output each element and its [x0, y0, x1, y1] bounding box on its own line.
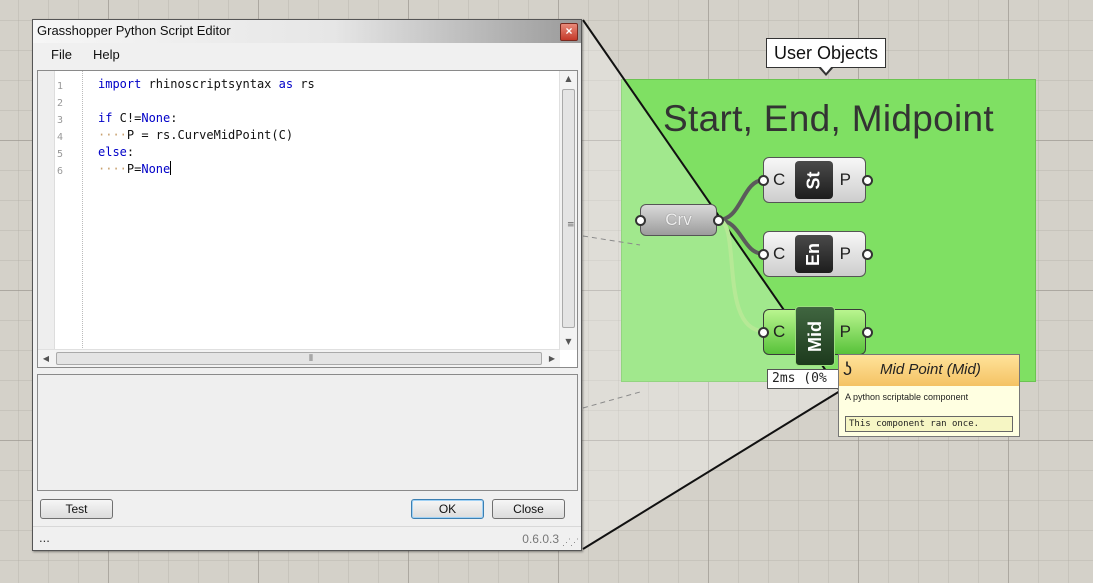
whitespace-marker: ····	[98, 162, 127, 176]
code-token: else	[98, 145, 127, 159]
start-output-grip[interactable]	[862, 175, 873, 186]
tooltip-description: A python scriptable component	[845, 392, 969, 402]
menu-file[interactable]: File	[51, 47, 72, 62]
code-editor[interactable]: 1 2 3 4 5 6 import rhinoscriptsyntax as …	[37, 70, 578, 368]
line-number: 5	[57, 149, 64, 160]
status-ellipsis: ...	[39, 530, 50, 545]
menu-help[interactable]: Help	[93, 47, 120, 62]
code-token: if	[98, 111, 113, 125]
text-caret	[170, 161, 172, 175]
curve-param[interactable]: Crv	[640, 204, 717, 236]
output-panel[interactable]	[37, 374, 578, 491]
test-button[interactable]: Test	[40, 499, 113, 519]
component-nickname: St	[795, 161, 833, 199]
line-number: 2	[57, 98, 64, 109]
code-token: P=	[126, 162, 142, 176]
whitespace-marker: ····	[98, 128, 127, 142]
scroll-down-icon[interactable]: ▼	[560, 334, 577, 350]
end-input-grip[interactable]	[758, 249, 769, 260]
gutter-margin	[38, 71, 55, 350]
line-numbers: 1 2 3 4 5 6	[57, 78, 63, 180]
component-nickname: En	[795, 235, 833, 273]
code-token: P = rs.	[126, 128, 178, 142]
param-output-grip[interactable]	[713, 215, 724, 226]
window-title: Grasshopper Python Script Editor	[37, 23, 231, 38]
component-input-label: C	[773, 170, 786, 189]
python-icon: ʖ	[843, 359, 852, 379]
component-end[interactable]: C En P	[763, 231, 866, 277]
code-token: None	[141, 111, 171, 125]
ok-button[interactable]: OK	[411, 499, 484, 519]
component-output-label: P	[839, 244, 851, 263]
line-number: 6	[57, 166, 64, 177]
component-nickname: Mid	[795, 306, 835, 366]
code-token: C!=	[112, 111, 142, 125]
scroll-right-icon[interactable]: ▶	[544, 350, 560, 367]
code-text[interactable]: import rhinoscriptsyntax as rs if C!=Non…	[98, 76, 315, 178]
horizontal-scroll-thumb[interactable]: ⦀	[56, 352, 542, 365]
code-token: rs	[293, 77, 315, 91]
code-token: None	[141, 162, 171, 176]
vertical-scroll-thumb[interactable]: ≡	[562, 89, 575, 328]
code-token: :	[126, 145, 135, 159]
component-mid[interactable]: C Mid P	[763, 306, 866, 366]
version-label: 0.6.0.3	[522, 532, 559, 546]
title-bar[interactable]: Grasshopper Python Script Editor ×	[33, 20, 581, 43]
scroll-left-icon[interactable]: ◀	[38, 350, 54, 367]
mid-input-grip[interactable]	[758, 327, 769, 338]
component-output-label: P	[839, 170, 851, 189]
component-input-label: C	[773, 244, 786, 263]
tooltip-title: Mid Point (Mid)	[880, 361, 981, 378]
code-token: CurveMidPoint	[177, 128, 272, 142]
start-input-grip[interactable]	[758, 175, 769, 186]
component-output-label: P	[839, 322, 851, 341]
code-token: import	[98, 77, 142, 91]
close-button[interactable]: Close	[492, 499, 565, 519]
horizontal-scrollbar[interactable]: ◀ ⦀ ▶	[38, 349, 560, 367]
component-tooltip: ʖ Mid Point (Mid) A python scriptable co…	[838, 354, 1020, 437]
code-token: (C)	[271, 128, 294, 142]
grip-icon: ≡	[567, 220, 575, 230]
script-editor-window: Grasshopper Python Script Editor × File H…	[32, 19, 582, 551]
tooltip-header: ʖ Mid Point (Mid)	[839, 355, 1019, 386]
gutter-separator	[82, 71, 83, 350]
resize-grip-icon[interactable]: ⋰⋰	[562, 537, 579, 548]
mid-output-grip[interactable]	[862, 327, 873, 338]
wire-to-start	[717, 178, 765, 222]
component-input-label: C	[773, 322, 786, 341]
status-bar: ... 0.6.0.3 ⋰⋰	[33, 526, 581, 550]
component-start[interactable]: C St P	[763, 157, 866, 203]
menu-bar: File Help	[37, 47, 127, 67]
profiler-timing: 2ms (0%	[767, 369, 847, 389]
code-token: :	[170, 111, 178, 125]
tooltip-runtime-message: This component ran once.	[845, 416, 1013, 432]
code-token: as	[278, 77, 294, 91]
param-input-grip[interactable]	[635, 215, 646, 226]
close-window-button[interactable]: ×	[560, 23, 578, 41]
vertical-scrollbar[interactable]: ▲ ≡ ▼	[559, 71, 577, 350]
line-number: 3	[57, 115, 64, 126]
line-number: 1	[57, 81, 64, 92]
code-token: rhinoscriptsyntax	[141, 77, 279, 91]
line-number: 4	[57, 132, 64, 143]
grip-icon: ⦀	[309, 354, 313, 364]
end-output-grip[interactable]	[862, 249, 873, 260]
scroll-up-icon[interactable]: ▲	[560, 71, 577, 87]
